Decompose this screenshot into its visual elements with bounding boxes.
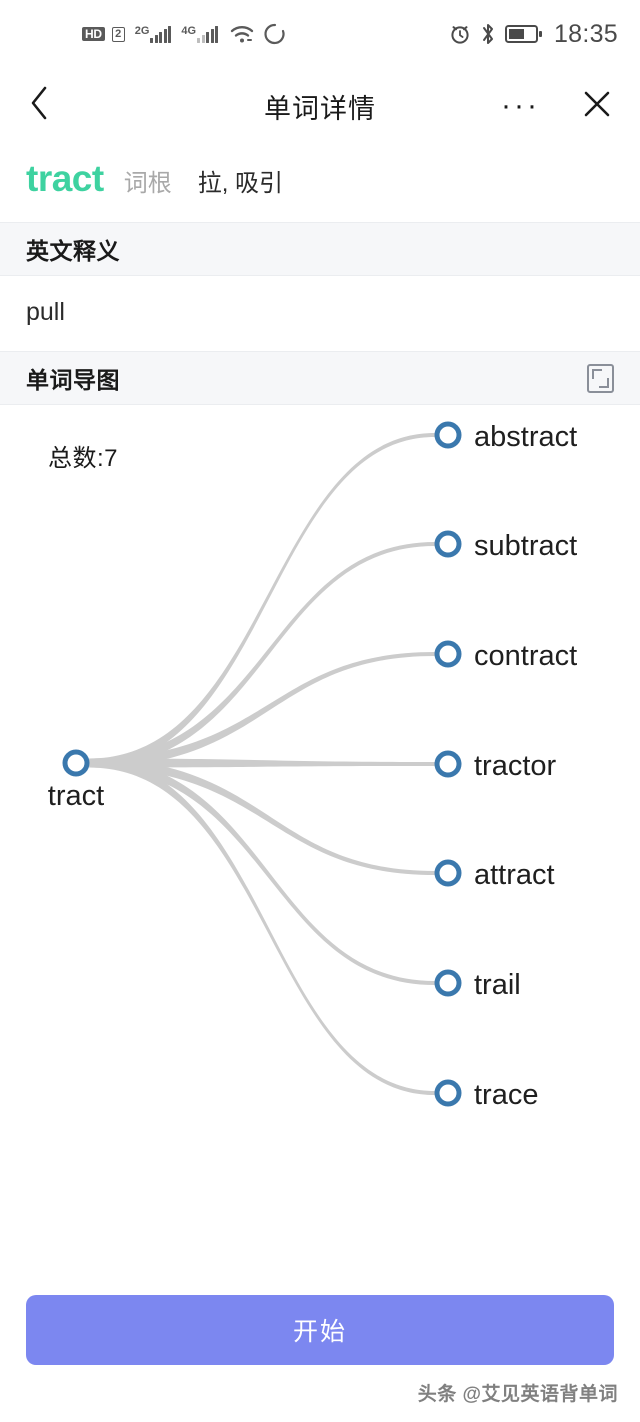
wifi-icon: [229, 24, 255, 44]
status-clock: 18:35: [553, 19, 618, 48]
back-button[interactable]: [28, 84, 58, 128]
map-section-title: 单词导图: [26, 367, 120, 393]
close-icon: [584, 91, 610, 116]
footer: 开始 头条 @艾见英语背单词: [0, 1295, 640, 1422]
map-edge: [89, 758, 435, 985]
nav-bar: 单词详情 ···: [0, 68, 640, 144]
map-edge: [89, 542, 435, 768]
mind-map-svg[interactable]: tract abstract subtract contract tractor attr…: [0, 405, 640, 1215]
definition-section-title: 英文释义: [26, 238, 120, 264]
map-node-label: trail: [474, 969, 521, 1001]
word-meaning: 拉, 吸引: [197, 170, 284, 197]
map-node[interactable]: [434, 421, 462, 449]
signal-4g-group: 4G: [181, 24, 219, 43]
alarm-icon: [449, 23, 471, 45]
status-right-group: 18:35: [449, 19, 618, 48]
word-term: tract: [26, 158, 104, 199]
map-node[interactable]: [434, 640, 462, 668]
signal-bars-icon: [150, 25, 172, 43]
map-section-header: 单词导图: [0, 351, 640, 405]
map-node[interactable]: [434, 750, 462, 778]
network-type-2g-label: 2G: [134, 24, 150, 37]
map-root-label: tract: [48, 780, 104, 812]
definition-section-header: 英文释义: [0, 222, 640, 276]
sim-slot-icon: 2: [111, 26, 125, 42]
definition-text: pull: [0, 276, 640, 351]
map-node-label: subtract: [474, 530, 577, 562]
map-node[interactable]: [434, 969, 462, 997]
status-left-group: HD 2 2G 4G: [82, 23, 286, 45]
status-bar: HD 2 2G 4G 18:35: [0, 0, 640, 68]
map-node-label: contract: [474, 640, 577, 672]
battery-icon: [504, 23, 545, 45]
fullscreen-icon[interactable]: [587, 363, 614, 393]
map-node[interactable]: [434, 1079, 462, 1107]
map-node-label: abstract: [474, 421, 577, 453]
start-button[interactable]: 开始: [26, 1295, 614, 1365]
map-node-label: attract: [474, 859, 555, 891]
map-node-label: trace: [474, 1079, 538, 1111]
signal-bars-secondary-icon: [197, 25, 219, 43]
nav-actions: ···: [501, 89, 612, 124]
bluetooth-icon: [480, 22, 496, 46]
map-node-label: tractor: [474, 750, 557, 782]
watermark-text: 头条 @艾见英语背单词: [417, 1384, 618, 1405]
sync-icon: [264, 23, 286, 45]
mind-map-canvas[interactable]: 总数:7 tract abstract subtract contract tracto…: [0, 405, 640, 1215]
map-edge: [89, 433, 435, 768]
chevron-left-icon: [31, 86, 47, 120]
map-edge: [89, 758, 435, 1095]
map-node[interactable]: [434, 859, 462, 887]
hd-icon: HD: [82, 27, 105, 41]
word-kind-label: 词根: [123, 170, 172, 197]
network-type-4g-label: 4G: [181, 24, 197, 37]
word-header: tract 词根 拉, 吸引: [0, 144, 640, 222]
map-node[interactable]: [434, 530, 462, 558]
map-root-node[interactable]: [62, 749, 90, 777]
more-options-button[interactable]: ···: [501, 91, 540, 121]
close-button[interactable]: [582, 89, 612, 124]
signal-2g-group: 2G: [134, 24, 172, 43]
